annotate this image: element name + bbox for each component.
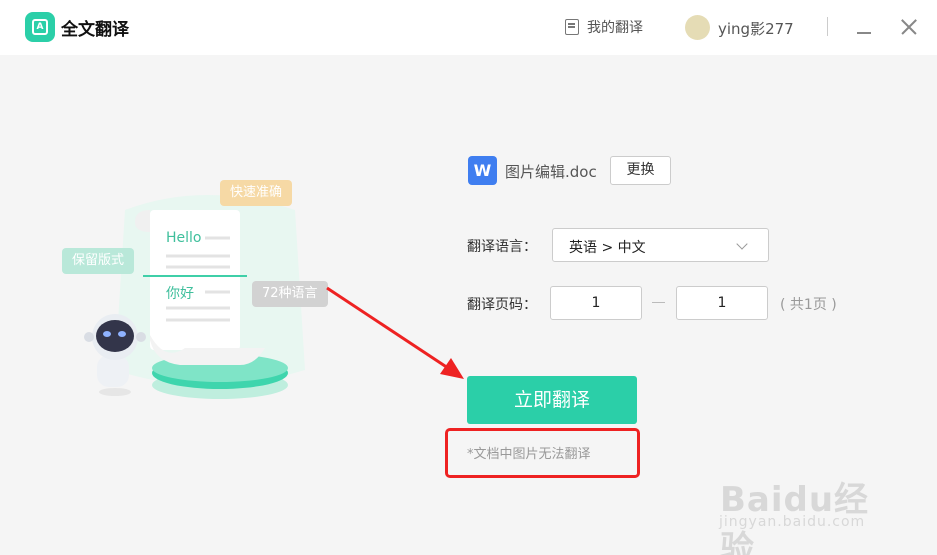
app-title: 全文翻译 [61,20,129,40]
page-range-label: 翻译页码： [467,297,537,313]
hello-text: Hello [166,230,202,246]
tag-keep-layout: 保留版式 [62,248,135,274]
baidu-watermark: Baidu经验 jingyan.baidu.com [715,452,900,555]
title-divider [827,17,828,36]
close-button[interactable] [897,15,921,39]
translate-now-button[interactable]: 立即翻译 [467,376,637,424]
title-bar: A 全文翻译 我的翻译 ying影277 [0,0,937,55]
hero-illustration: 快速准确 保留版式 72种语言 Hello 你好 [55,170,355,420]
language-select[interactable]: 英语 > 中文 [552,228,769,262]
watermark-sub: jingyan.baidu.com [719,514,866,530]
file-name: 图片编辑.doc [505,163,597,181]
word-doc-icon: W [468,156,497,185]
page-range-dash [652,302,665,303]
nihao-text: 你好 [166,286,194,302]
page-total: ( 共1页 ) [780,297,837,313]
app-logo-icon: A [25,12,55,42]
page-from-input[interactable]: 1 [550,286,642,320]
language-value: 英语 > 中文 [569,240,646,256]
language-label: 翻译语言： [467,239,537,255]
page-to-input[interactable]: 1 [676,286,768,320]
my-translations-label: 我的翻译 [587,20,643,36]
tag-72-languages: 72种语言 [252,281,328,307]
username[interactable]: ying影277 [718,18,794,39]
document-icon [565,19,579,35]
image-note: *文档中图片无法翻译 [467,447,591,462]
my-translations-link[interactable]: 我的翻译 [565,17,643,37]
change-file-button[interactable]: 更换 [610,156,671,185]
avatar[interactable] [685,15,710,40]
chevron-down-icon [736,238,748,250]
minimize-button[interactable] [852,16,876,38]
tag-fast-accurate: 快速准确 [220,180,293,206]
